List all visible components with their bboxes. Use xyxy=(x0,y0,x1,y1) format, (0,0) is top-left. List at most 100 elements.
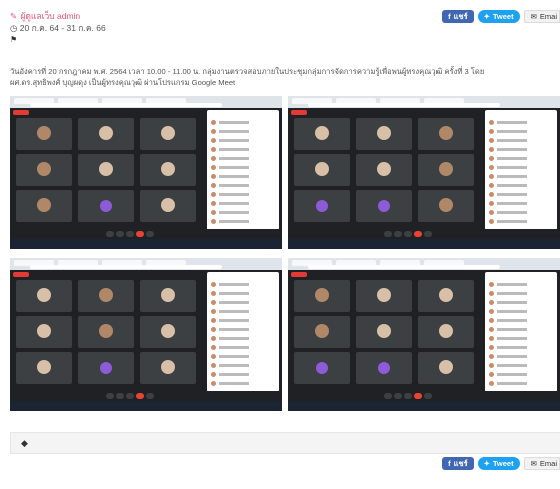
participant-tile xyxy=(140,316,196,348)
participant-avatar xyxy=(489,138,494,143)
control-button xyxy=(424,393,432,399)
avatar xyxy=(316,200,328,212)
participant-avatar xyxy=(211,120,216,125)
participant-row xyxy=(489,201,553,206)
participant-row xyxy=(489,183,553,188)
windows-taskbar xyxy=(288,239,560,249)
participant-avatar xyxy=(489,219,494,224)
participant-tile xyxy=(140,154,196,186)
participant-avatar xyxy=(489,381,494,386)
twitter-icon: ✦ xyxy=(483,459,490,468)
email-share-button[interactable]: ✉ Emai xyxy=(523,457,560,470)
participant-video xyxy=(377,162,391,176)
participant-name xyxy=(219,310,249,313)
control-button xyxy=(126,393,134,399)
participant-name xyxy=(497,319,527,322)
participant-video xyxy=(161,324,175,338)
meeting-screenshot-1[interactable] xyxy=(10,96,282,249)
participant-row xyxy=(211,156,275,161)
participant-name xyxy=(497,184,527,187)
facebook-share-button[interactable]: f แชร์ xyxy=(442,457,474,470)
avatar xyxy=(100,200,112,212)
participant-tile xyxy=(356,280,412,312)
participant-name xyxy=(497,346,527,349)
participant-row xyxy=(211,120,275,125)
participant-tile xyxy=(16,154,72,186)
participant-avatar xyxy=(489,174,494,179)
participant-row xyxy=(489,138,553,143)
post-description: วันอังคารที่ 20 กรกฎาคม พ.ศ. 2564 เวลา 1… xyxy=(10,66,484,88)
participant-avatar xyxy=(489,192,494,197)
meeting-screenshot-4[interactable] xyxy=(288,258,560,411)
email-icon: ✉ xyxy=(530,459,537,468)
participant-avatar xyxy=(489,183,494,188)
participant-name xyxy=(497,310,527,313)
avatar xyxy=(378,362,390,374)
meeting-screenshot-3[interactable] xyxy=(10,258,282,411)
participant-tile xyxy=(418,118,474,150)
facebook-share-label: แชร์ xyxy=(453,458,468,468)
participant-row xyxy=(489,147,553,152)
participant-avatar xyxy=(211,147,216,152)
participant-row xyxy=(211,381,275,386)
control-button xyxy=(116,231,124,237)
participant-row xyxy=(211,336,275,341)
participant-row xyxy=(489,210,553,215)
participant-row xyxy=(211,201,275,206)
participant-avatar xyxy=(211,381,216,386)
participant-avatar xyxy=(211,336,216,341)
participant-tile xyxy=(16,352,72,384)
participant-tile xyxy=(294,280,350,312)
participant-video xyxy=(439,324,453,338)
participant-avatar xyxy=(489,201,494,206)
control-button xyxy=(146,393,154,399)
meeting-screenshot-2[interactable] xyxy=(288,96,560,249)
email-icon: ✉ xyxy=(530,12,537,21)
participant-video xyxy=(439,360,453,374)
flag-icon[interactable]: ⚑ xyxy=(10,34,106,46)
author-name[interactable]: ผู้ดูแลเว็บ admin xyxy=(20,11,80,21)
participant-avatar xyxy=(211,129,216,134)
participant-row xyxy=(489,129,553,134)
participant-name xyxy=(219,130,249,133)
participant-video xyxy=(439,288,453,302)
participant-video xyxy=(161,162,175,176)
participant-name xyxy=(219,328,249,331)
participant-name xyxy=(497,166,527,169)
participant-video xyxy=(377,126,391,140)
participants-panel xyxy=(485,110,557,230)
participant-row xyxy=(489,345,553,350)
participant-tile xyxy=(294,154,350,186)
participant-video xyxy=(99,162,113,176)
participant-name xyxy=(219,121,249,124)
participant-avatar xyxy=(489,165,494,170)
participant-name xyxy=(219,211,249,214)
post-author[interactable]: ✎ ผู้ดูแลเว็บ admin xyxy=(10,10,106,22)
participant-row xyxy=(211,327,275,332)
recording-badge xyxy=(291,110,307,115)
participant-name xyxy=(497,175,527,178)
tweet-button[interactable]: ✦ Tweet xyxy=(477,10,520,23)
participant-video xyxy=(37,198,51,212)
participant-video xyxy=(315,126,329,140)
participant-video xyxy=(439,198,453,212)
participant-name xyxy=(219,202,249,205)
facebook-share-button[interactable]: f แชร์ xyxy=(442,10,474,23)
description-line-1: วันอังคารที่ 20 กรกฎาคม พ.ศ. 2564 เวลา 1… xyxy=(10,67,485,76)
participant-avatar xyxy=(489,354,494,359)
email-share-button[interactable]: ✉ Emai xyxy=(523,10,560,23)
participant-row xyxy=(489,354,553,359)
participant-tile xyxy=(78,154,134,186)
control-button xyxy=(136,393,144,399)
recording-badge xyxy=(13,110,29,115)
address-bar xyxy=(30,103,222,107)
participant-name xyxy=(497,211,527,214)
participant-video xyxy=(439,126,453,140)
participant-avatar xyxy=(211,309,216,314)
participant-row xyxy=(489,363,553,368)
tweet-button[interactable]: ✦ Tweet xyxy=(477,457,520,470)
comment-box[interactable]: ◆ xyxy=(10,432,560,454)
participant-name xyxy=(219,373,249,376)
participant-avatar xyxy=(211,165,216,170)
control-button xyxy=(394,393,402,399)
